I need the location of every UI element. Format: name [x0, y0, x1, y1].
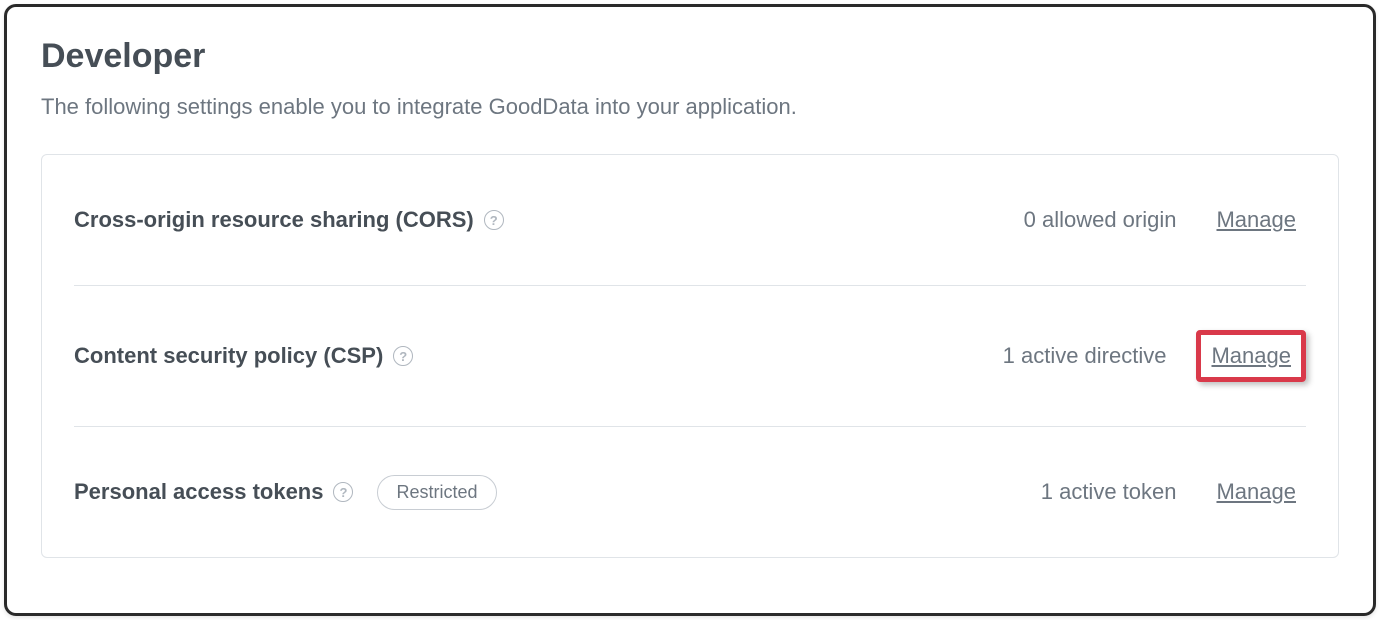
pat-manage-wrap: Manage: [1206, 471, 1306, 513]
setting-row-pat: Personal access tokens ? Restricted 1 ac…: [74, 427, 1306, 557]
setting-title-wrap: Cross-origin resource sharing (CORS) ?: [74, 207, 1024, 233]
cors-title: Cross-origin resource sharing (CORS): [74, 207, 474, 233]
pat-manage-link[interactable]: Manage: [1216, 479, 1296, 505]
restricted-badge: Restricted: [377, 475, 496, 510]
csp-manage-highlight: Manage: [1196, 330, 1306, 382]
csp-title: Content security policy (CSP): [74, 343, 383, 369]
settings-card: Cross-origin resource sharing (CORS) ? 0…: [41, 154, 1339, 558]
developer-settings-panel: Developer The following settings enable …: [4, 4, 1376, 616]
cors-manage-wrap: Manage: [1206, 199, 1306, 241]
setting-row-cors: Cross-origin resource sharing (CORS) ? 0…: [74, 155, 1306, 286]
help-icon[interactable]: ?: [393, 346, 413, 366]
help-icon[interactable]: ?: [484, 210, 504, 230]
setting-title-wrap: Personal access tokens ? Restricted: [74, 475, 1041, 510]
help-icon[interactable]: ?: [333, 482, 353, 502]
page-title: Developer: [41, 37, 1339, 76]
pat-title: Personal access tokens: [74, 479, 323, 505]
pat-status: 1 active token: [1041, 479, 1177, 505]
cors-status: 0 allowed origin: [1024, 207, 1177, 233]
csp-manage-link[interactable]: Manage: [1211, 343, 1291, 369]
cors-manage-link[interactable]: Manage: [1216, 207, 1296, 233]
page-description: The following settings enable you to int…: [41, 94, 1339, 120]
setting-row-csp: Content security policy (CSP) ? 1 active…: [74, 286, 1306, 427]
setting-title-wrap: Content security policy (CSP) ?: [74, 343, 1003, 369]
csp-status: 1 active directive: [1003, 343, 1167, 369]
